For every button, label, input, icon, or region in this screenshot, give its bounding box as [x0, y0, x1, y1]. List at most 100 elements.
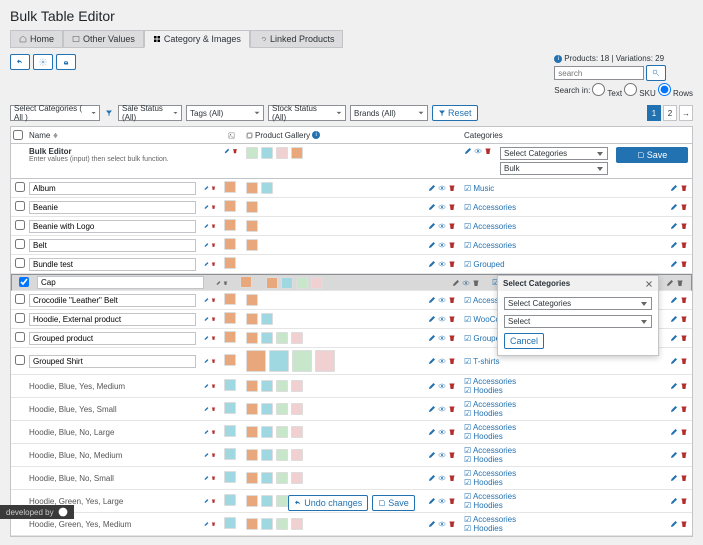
row-delete-icon[interactable] [211, 296, 216, 304]
popup-close-icon[interactable] [645, 280, 653, 288]
product-name-input[interactable] [29, 355, 196, 368]
row-gal-delete-icon[interactable] [448, 296, 456, 304]
bulk-select-categories[interactable]: Select Categories [500, 147, 608, 160]
row-delete-icon[interactable] [680, 474, 688, 482]
tab-home[interactable]: Home [10, 30, 63, 48]
bulk-save-button[interactable]: Save [616, 147, 688, 163]
page-2[interactable]: 2 [663, 105, 677, 121]
row-gal-delete-icon[interactable] [448, 334, 456, 342]
row-gal-edit-icon[interactable] [428, 520, 436, 528]
row-gal-view-icon[interactable] [438, 428, 446, 436]
row-gal-delete-icon[interactable] [472, 279, 480, 287]
product-name-input[interactable] [29, 258, 196, 271]
undo-button[interactable] [10, 54, 30, 70]
row-edit-icon[interactable] [670, 222, 678, 230]
filter-icon[interactable] [104, 105, 114, 121]
filter-stock-status[interactable]: Stock Status (All) [268, 105, 346, 121]
row-edit-icon[interactable] [204, 357, 209, 365]
row-delete-icon[interactable] [680, 520, 688, 528]
row-delete-icon[interactable] [211, 382, 216, 390]
radio-rows[interactable]: Rows [658, 83, 693, 98]
category-link[interactable]: ☑ Accessories [464, 241, 516, 250]
radio-sku[interactable]: SKU [624, 83, 656, 98]
row-edit-icon[interactable] [204, 184, 209, 192]
row-edit-icon[interactable] [204, 520, 209, 528]
filter-sale-status[interactable]: Sale Status (All) [118, 105, 182, 121]
row-delete-icon[interactable] [211, 405, 216, 413]
row-edit-icon[interactable] [204, 451, 209, 459]
row-gal-edit-icon[interactable] [428, 334, 436, 342]
product-name-input[interactable] [29, 294, 196, 307]
row-gal-edit-icon[interactable] [428, 357, 436, 365]
row-delete-icon[interactable] [211, 520, 216, 528]
row-checkbox[interactable] [15, 258, 25, 268]
row-edit-icon[interactable] [670, 451, 678, 459]
row-gal-edit-icon[interactable] [428, 184, 436, 192]
category-link[interactable]: ☑ Accessories [464, 203, 516, 212]
col-name[interactable]: Name [25, 127, 220, 143]
tab-linked-products[interactable]: Linked Products [250, 30, 344, 48]
row-gal-edit-icon[interactable] [428, 451, 436, 459]
row-delete-icon[interactable] [211, 451, 216, 459]
row-gal-delete-icon[interactable] [448, 405, 456, 413]
product-name-input[interactable] [37, 276, 204, 289]
search-input[interactable] [554, 66, 644, 80]
row-gal-view-icon[interactable] [438, 474, 446, 482]
settings-button[interactable] [33, 54, 53, 70]
row-delete-icon[interactable] [680, 451, 688, 459]
row-delete-icon[interactable] [680, 184, 688, 192]
product-name-input[interactable] [29, 332, 196, 345]
row-gal-view-icon[interactable] [438, 184, 446, 192]
row-gal-view-icon[interactable] [438, 405, 446, 413]
row-edit-icon[interactable] [670, 382, 678, 390]
row-gal-view-icon[interactable] [438, 203, 446, 211]
row-gal-view-icon[interactable] [438, 222, 446, 230]
row-edit-icon[interactable] [204, 241, 209, 249]
row-gal-delete-icon[interactable] [448, 184, 456, 192]
product-name-input[interactable] [29, 201, 196, 214]
row-delete-icon[interactable] [680, 405, 688, 413]
row-edit-icon[interactable] [204, 405, 209, 413]
row-gal-delete-icon[interactable] [448, 451, 456, 459]
product-name-input[interactable] [29, 313, 196, 326]
row-edit-icon[interactable] [216, 279, 221, 287]
category-link[interactable]: ☑ T-shirts [464, 357, 499, 366]
row-edit-icon[interactable] [204, 296, 209, 304]
row-delete-icon[interactable] [680, 241, 688, 249]
row-delete-icon[interactable] [680, 382, 688, 390]
row-delete-icon[interactable] [680, 357, 688, 365]
filter-brands[interactable]: Brands (All) [350, 105, 428, 121]
row-gal-delete-icon[interactable] [448, 315, 456, 323]
row-checkbox[interactable] [19, 277, 29, 287]
row-edit-icon[interactable] [204, 382, 209, 390]
bulk-img-edit-icon[interactable] [224, 147, 230, 155]
bulk-img-delete-icon[interactable] [232, 147, 238, 155]
row-edit-icon[interactable] [670, 474, 678, 482]
row-gal-edit-icon[interactable] [428, 405, 436, 413]
row-gal-edit-icon[interactable] [428, 428, 436, 436]
row-delete-icon[interactable] [211, 357, 216, 365]
row-delete-icon[interactable] [680, 296, 688, 304]
row-gal-delete-icon[interactable] [448, 203, 456, 211]
row-delete-icon[interactable] [680, 334, 688, 342]
row-edit-icon[interactable] [670, 315, 678, 323]
row-gal-edit-icon[interactable] [428, 222, 436, 230]
search-button[interactable] [646, 65, 666, 81]
row-edit-icon[interactable] [670, 428, 678, 436]
row-checkbox[interactable] [15, 239, 25, 249]
row-gal-edit-icon[interactable] [428, 315, 436, 323]
row-delete-icon[interactable] [211, 474, 216, 482]
row-edit-icon[interactable] [670, 405, 678, 413]
row-edit-icon[interactable] [204, 334, 209, 342]
row-gal-view-icon[interactable] [438, 334, 446, 342]
row-gal-view-icon[interactable] [438, 296, 446, 304]
row-gal-view-icon[interactable] [438, 451, 446, 459]
row-gal-delete-icon[interactable] [448, 241, 456, 249]
row-edit-icon[interactable] [670, 334, 678, 342]
row-edit-icon[interactable] [670, 241, 678, 249]
page-next[interactable]: → [679, 105, 693, 121]
row-gal-edit-icon[interactable] [428, 296, 436, 304]
row-checkbox[interactable] [15, 313, 25, 323]
footer-undo-button[interactable]: Undo changes [288, 495, 368, 511]
row-checkbox[interactable] [15, 294, 25, 304]
